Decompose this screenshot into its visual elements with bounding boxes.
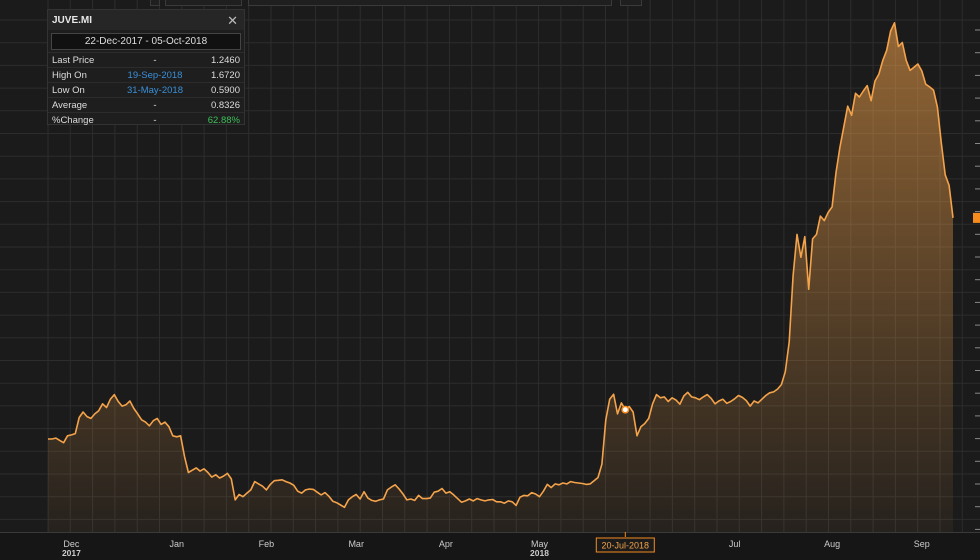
stats-row: Low On 31-May-2018 0.5900 [48, 82, 244, 98]
toolbar-fragment [150, 0, 160, 6]
stat-label: High On [48, 67, 116, 83]
stats-row: Last Price -1.2460 [48, 52, 244, 68]
last-price-marker [973, 212, 980, 223]
x-tick-year: 2017 [62, 548, 81, 558]
stat-value: 62.88% [194, 112, 244, 127]
stat-value: 0.8326 [194, 97, 244, 113]
toolbar-fragment [248, 0, 612, 6]
stat-date: 19-Sep-2018 [116, 67, 194, 83]
stat-label: %Change [48, 112, 116, 127]
crosshair-date-label: 20-Jul-2018 [602, 541, 650, 551]
stat-value: 1.2460 [194, 52, 244, 68]
x-tick-label: Aug [824, 539, 840, 549]
close-icon[interactable]: ✕ [227, 14, 238, 27]
stat-label: Last Price [48, 52, 116, 68]
stats-table: Last Price -1.2460 High On 19-Sep-2018 1.672… [48, 52, 244, 127]
stat-date: 31-May-2018 [116, 82, 194, 98]
x-tick-year: 2018 [530, 548, 549, 558]
x-axis: Dec2017JanFebMarAprMay2018JunJulAugSepOc… [0, 532, 980, 560]
x-tick-label: Feb [259, 539, 275, 549]
stat-value: 1.6720 [194, 67, 244, 83]
date-range: 22-Dec-2017 - 05-Oct-2018 [51, 33, 241, 50]
ticker-title: JUVE.MI [52, 14, 93, 26]
stat-date: - [116, 112, 194, 127]
stat-date: - [116, 52, 194, 68]
toolbar-fragment [620, 0, 642, 6]
panel-header: JUVE.MI ✕ [48, 10, 244, 30]
x-tick-label: Mar [348, 539, 364, 549]
stat-date: - [116, 97, 194, 113]
stats-row: High On 19-Sep-2018 1.6720 [48, 67, 244, 83]
stats-row: %Change -62.88% [48, 112, 244, 127]
hover-point [621, 405, 630, 414]
x-tick-label: Jul [729, 539, 741, 549]
toolbar-fragment [165, 0, 242, 6]
x-tick-label: Apr [439, 539, 453, 549]
x-tick-label: Sep [914, 539, 930, 549]
x-tick-label: Jan [169, 539, 184, 549]
price-summary-panel: JUVE.MI ✕ 22-Dec-2017 - 05-Oct-2018 Last… [47, 9, 245, 127]
stat-label: Average [48, 97, 116, 113]
stat-label: Low On [48, 82, 116, 98]
stats-row: Average -0.8326 [48, 97, 244, 113]
stat-value: 0.5900 [194, 82, 244, 98]
